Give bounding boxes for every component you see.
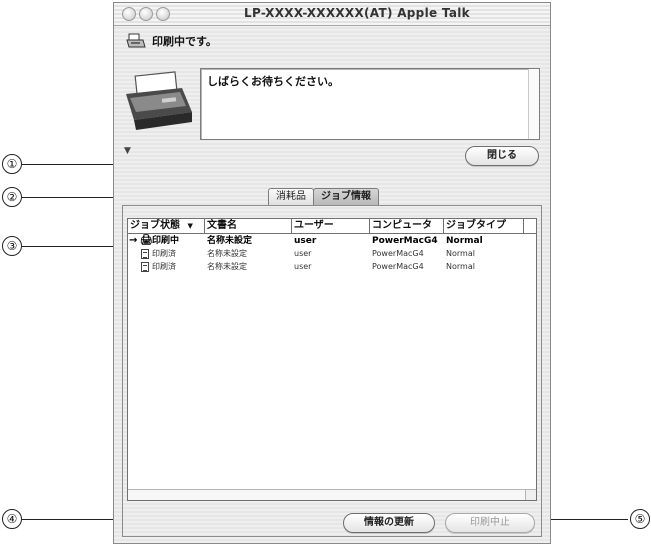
message-box: しばらくお待ちください。 bbox=[200, 68, 540, 140]
printing-status-icon: 🖨 bbox=[140, 235, 153, 246]
row-computer: PowerMacG4 bbox=[372, 236, 438, 246]
status-text: 印刷中です。 bbox=[152, 35, 217, 48]
row-type: Normal bbox=[446, 236, 483, 246]
column-job-status-label: ジョブ状態 bbox=[130, 220, 180, 231]
message-scrollbar[interactable] bbox=[528, 69, 539, 139]
printer-small-icon bbox=[126, 32, 146, 50]
column-document-name[interactable]: 文書名 bbox=[205, 219, 292, 233]
callout-5: ⑤ bbox=[630, 509, 650, 529]
table-header: ジョブ状態 ▼ 文書名 ユーザー コンピュータ ジョブタイプ bbox=[128, 219, 536, 234]
row-user: user bbox=[294, 249, 312, 258]
callout-1: ① bbox=[2, 154, 22, 174]
column-job-type[interactable]: ジョブタイプ bbox=[444, 219, 524, 233]
callout-3: ③ bbox=[2, 236, 22, 256]
refresh-info-button[interactable]: 情報の更新 bbox=[343, 513, 435, 533]
status-row: 印刷中です。 bbox=[126, 30, 217, 52]
callout-2: ② bbox=[2, 187, 22, 207]
printer-image-icon bbox=[122, 68, 196, 136]
row-status: 印刷済 bbox=[152, 262, 176, 271]
callout-4: ④ bbox=[2, 509, 22, 529]
row-status: 印刷済 bbox=[152, 249, 176, 258]
row-user: user bbox=[294, 236, 317, 246]
table-row[interactable]: 印刷済 名称未設定 user PowerMacG4 Normal bbox=[128, 248, 536, 260]
row-computer: PowerMacG4 bbox=[372, 249, 424, 258]
sort-indicator-icon: ▼ bbox=[187, 222, 193, 230]
zoom-window-icon[interactable] bbox=[156, 7, 170, 21]
tab-consumables[interactable]: 消耗品 bbox=[268, 188, 314, 205]
table-row[interactable]: 印刷済 名称未設定 user PowerMacG4 Normal bbox=[128, 261, 536, 273]
close-button[interactable]: 閉じる bbox=[465, 146, 539, 166]
disclosure-triangle-icon[interactable]: ▼ bbox=[124, 146, 131, 156]
job-table: ジョブ状態 ▼ 文書名 ユーザー コンピュータ ジョブタイプ → 🖨 印刷中 名… bbox=[127, 218, 537, 501]
horizontal-scrollbar[interactable] bbox=[128, 489, 536, 500]
tab-job-info[interactable]: ジョブ情報 bbox=[313, 188, 379, 205]
window-title: LP-XXXX-XXXXXX(AT) Apple Talk bbox=[244, 6, 470, 20]
resize-handle[interactable] bbox=[525, 490, 536, 500]
callout-3-line bbox=[22, 246, 122, 247]
title-bar[interactable]: LP-XXXX-XXXXXX(AT) Apple Talk bbox=[114, 3, 550, 26]
row-computer: PowerMacG4 bbox=[372, 262, 424, 271]
document-icon bbox=[141, 249, 149, 259]
row-name: 名称未設定 bbox=[207, 236, 253, 246]
row-name: 名称未設定 bbox=[207, 249, 247, 258]
column-job-status[interactable]: ジョブ状態 ▼ bbox=[128, 219, 205, 233]
row-user: user bbox=[294, 262, 312, 271]
tab-bar: 消耗品 ジョブ情報 bbox=[268, 188, 379, 205]
column-user[interactable]: ユーザー bbox=[292, 219, 370, 233]
cancel-print-button[interactable]: 印刷中止 bbox=[445, 513, 535, 533]
close-window-icon[interactable] bbox=[122, 7, 136, 21]
table-row[interactable]: → 🖨 印刷中 名称未設定 user PowerMacG4 Normal bbox=[128, 235, 536, 247]
job-info-panel: ジョブ状態 ▼ 文書名 ユーザー コンピュータ ジョブタイプ → 🖨 印刷中 名… bbox=[122, 205, 542, 537]
message-text: しばらくお待ちください。 bbox=[207, 75, 339, 88]
column-computer[interactable]: コンピュータ bbox=[370, 219, 444, 233]
document-icon bbox=[141, 262, 149, 272]
row-type: Normal bbox=[446, 262, 475, 271]
minimize-window-icon[interactable] bbox=[139, 7, 153, 21]
print-monitor-window: LP-XXXX-XXXXXX(AT) Apple Talk 印刷中です。 しばら… bbox=[113, 2, 551, 544]
current-job-arrow-icon: → bbox=[129, 235, 138, 246]
row-name: 名称未設定 bbox=[207, 262, 247, 271]
row-status: 印刷中 bbox=[152, 236, 180, 246]
row-type: Normal bbox=[446, 249, 475, 258]
